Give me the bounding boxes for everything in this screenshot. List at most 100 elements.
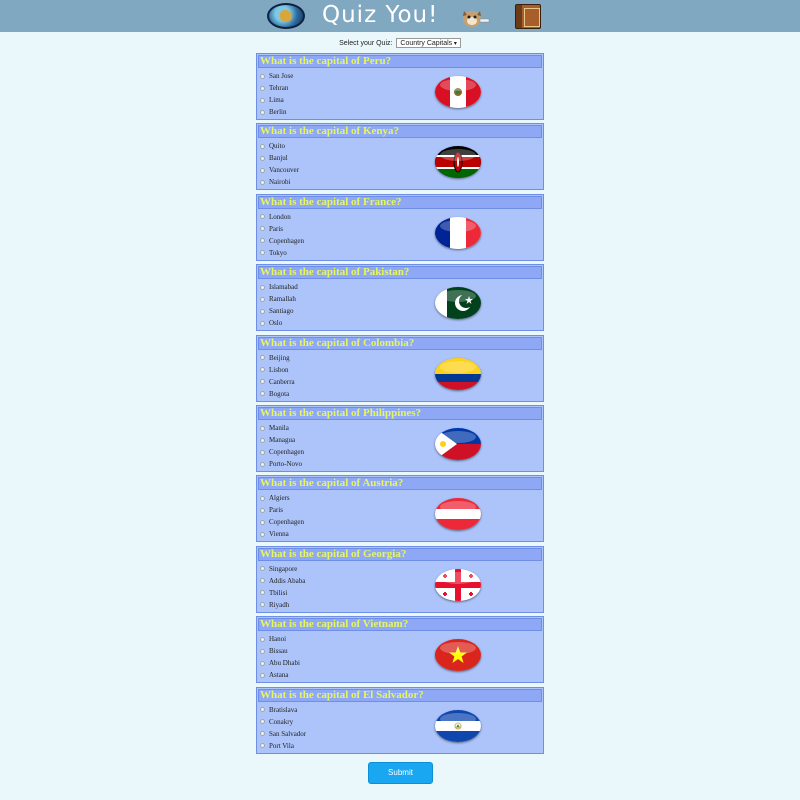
radio-button[interactable]: [260, 308, 265, 314]
radio-button[interactable]: [260, 425, 265, 431]
question-title: What is the capital of El Salvador?: [258, 688, 542, 702]
answer-option[interactable]: Addis Ababa: [260, 575, 305, 587]
answer-option[interactable]: Hanoi: [260, 633, 300, 645]
answer-option[interactable]: Ramallah: [260, 293, 298, 305]
radio-button[interactable]: [260, 109, 265, 115]
answer-option[interactable]: Copenhagen: [260, 235, 304, 247]
answer-option[interactable]: Banjul: [260, 152, 299, 164]
answer-option[interactable]: Paris: [260, 223, 304, 235]
radio-button[interactable]: [260, 636, 265, 642]
answer-label: Vienna: [269, 530, 289, 539]
radio-button[interactable]: [260, 367, 265, 373]
submit-button[interactable]: Submit: [368, 762, 433, 784]
question-card: What is the capital of Philippines? Manil…: [256, 405, 544, 472]
answer-option[interactable]: Vancouver: [260, 164, 299, 176]
radio-button[interactable]: [260, 602, 265, 608]
quiz-select-dropdown[interactable]: Country Capitals: [396, 38, 461, 48]
radio-button[interactable]: [260, 391, 265, 397]
answer-option[interactable]: Vienna: [260, 528, 304, 540]
answer-option[interactable]: San Jose: [260, 70, 293, 82]
answer-option[interactable]: Tbilisi: [260, 587, 305, 599]
radio-button[interactable]: [260, 590, 265, 596]
radio-button[interactable]: [260, 495, 265, 501]
answer-option[interactable]: Algiers: [260, 492, 304, 504]
answer-option[interactable]: London: [260, 211, 304, 223]
answer-option[interactable]: Abu Dhabi: [260, 657, 300, 669]
answer-option[interactable]: Oslo: [260, 317, 298, 329]
answer-option[interactable]: Bogota: [260, 388, 295, 400]
radio-button[interactable]: [260, 355, 265, 361]
answer-option[interactable]: Copenhagen: [260, 516, 304, 528]
france-flag-icon: [435, 216, 481, 249]
radio-button[interactable]: [260, 707, 265, 713]
question-title: What is the capital of Pakistan?: [258, 266, 542, 280]
radio-button[interactable]: [260, 660, 265, 666]
answer-label: Beijing: [269, 353, 290, 362]
answer-label: Singapore: [269, 564, 298, 573]
radio-button[interactable]: [260, 250, 265, 256]
answer-label: Hanoi: [269, 635, 287, 644]
radio-button[interactable]: [260, 672, 265, 678]
radio-button[interactable]: [260, 449, 265, 455]
radio-button[interactable]: [260, 167, 265, 173]
radio-button[interactable]: [260, 238, 265, 244]
radio-button[interactable]: [260, 85, 265, 91]
question-card: What is the capital of Kenya? Quito Banjul…: [256, 123, 544, 191]
radio-button[interactable]: [260, 179, 265, 185]
answer-options: Beijing Lisbon Canberra Bogota: [260, 352, 295, 400]
answer-option[interactable]: Beijing: [260, 352, 295, 364]
radio-button[interactable]: [260, 719, 265, 725]
answer-option[interactable]: Nairobi: [260, 176, 299, 188]
answer-option[interactable]: Managua: [260, 434, 304, 446]
answer-option[interactable]: Quito: [260, 140, 299, 152]
answer-label: Abu Dhabi: [269, 659, 300, 668]
answer-option[interactable]: Bissau: [260, 645, 300, 657]
radio-button[interactable]: [260, 437, 265, 443]
answer-option[interactable]: San Salvador: [260, 728, 306, 740]
answer-option[interactable]: Singapore: [260, 563, 305, 575]
question-title: What is the capital of Philippines?: [258, 407, 542, 420]
answer-option[interactable]: Copenhagen: [260, 446, 304, 458]
radio-button[interactable]: [260, 226, 265, 232]
radio-button[interactable]: [260, 648, 265, 654]
answer-label: Astana: [269, 671, 289, 680]
answer-option[interactable]: Riyadh: [260, 599, 305, 611]
answer-option[interactable]: Porto-Novo: [260, 458, 304, 470]
answer-option[interactable]: Tehran: [260, 82, 293, 94]
radio-button[interactable]: [260, 519, 265, 525]
radio-button[interactable]: [260, 743, 265, 749]
radio-button[interactable]: [260, 379, 265, 385]
answer-option[interactable]: Lisbon: [260, 364, 295, 376]
answer-option[interactable]: Canberra: [260, 376, 295, 388]
answer-option[interactable]: Islamabad: [260, 281, 298, 293]
radio-button[interactable]: [260, 296, 265, 302]
answer-label: Lisbon: [269, 365, 289, 374]
answer-option[interactable]: Port Vila: [260, 740, 306, 752]
answer-label: Bogota: [269, 389, 290, 398]
radio-button[interactable]: [260, 461, 265, 467]
answer-option[interactable]: Berlin: [260, 106, 293, 118]
radio-button[interactable]: [260, 155, 265, 161]
radio-button[interactable]: [260, 214, 265, 220]
answer-label: Bissau: [269, 647, 288, 656]
answer-option[interactable]: Tokyo: [260, 247, 304, 259]
answer-option[interactable]: Manila: [260, 422, 304, 434]
radio-button[interactable]: [260, 566, 265, 572]
answer-option[interactable]: Paris: [260, 504, 304, 516]
radio-button[interactable]: [260, 731, 265, 737]
answer-option[interactable]: Lima: [260, 94, 293, 106]
answer-option[interactable]: Conakry: [260, 716, 306, 728]
radio-button[interactable]: [260, 578, 265, 584]
answer-option[interactable]: Astana: [260, 669, 300, 681]
radio-button[interactable]: [260, 284, 265, 290]
answer-label: Riyadh: [269, 600, 290, 609]
radio-button[interactable]: [260, 143, 265, 149]
answer-option[interactable]: Bratislava: [260, 704, 306, 716]
radio-button[interactable]: [260, 73, 265, 79]
radio-button[interactable]: [260, 507, 265, 513]
el-salvador-flag-icon: [435, 709, 481, 742]
radio-button[interactable]: [260, 320, 265, 326]
radio-button[interactable]: [260, 97, 265, 103]
radio-button[interactable]: [260, 531, 265, 537]
answer-option[interactable]: Santiago: [260, 305, 298, 317]
